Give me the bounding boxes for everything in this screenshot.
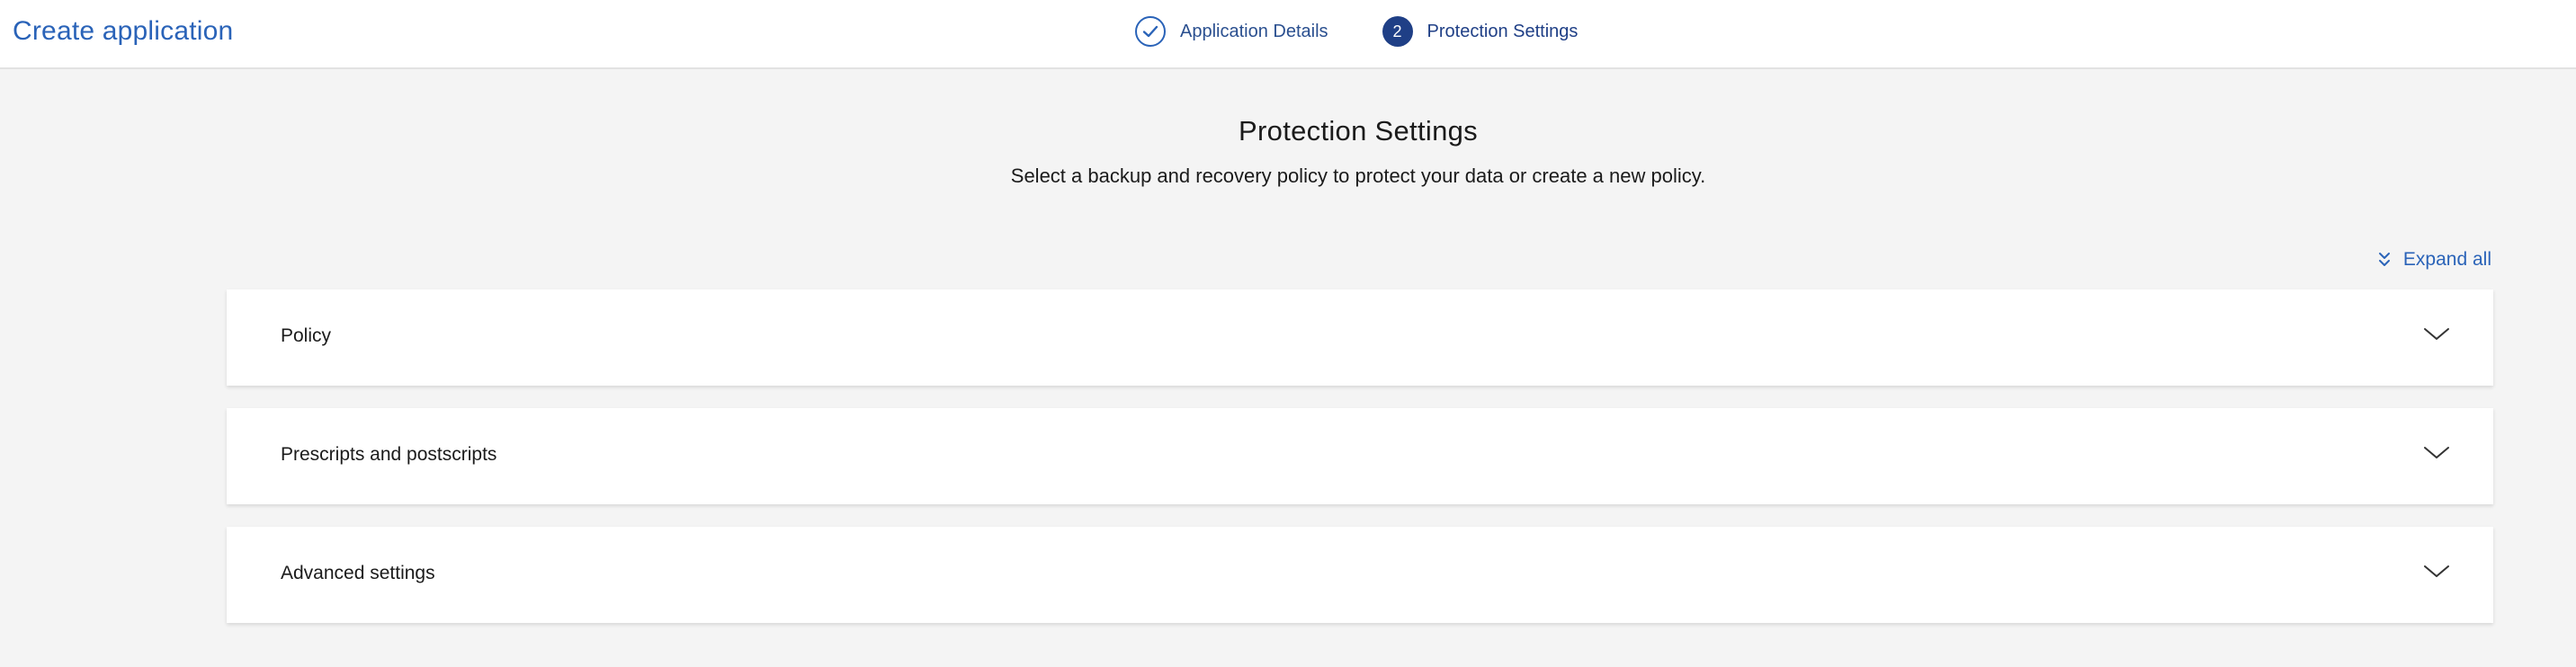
step-number-badge: 2 [1382, 16, 1413, 47]
step-label: Application Details [1180, 21, 1328, 41]
section-title: Protection Settings [1239, 115, 1478, 147]
accordion-advanced-settings[interactable]: Advanced settings [227, 527, 2493, 623]
wizard-stepper: Application Details 2 Protection Setting… [1135, 15, 1578, 48]
expand-all-button[interactable]: Expand all [2378, 249, 2491, 271]
chevron-down-icon [2424, 447, 2449, 458]
chevron-down-icon [2424, 328, 2449, 340]
page-title-create-application: Create application [13, 16, 234, 46]
double-chevron-down-icon [2378, 253, 2390, 266]
accordion-policy[interactable]: Policy [227, 289, 2493, 386]
accordion-label: Policy [281, 325, 332, 346]
expand-all-label: Expand all [2402, 249, 2491, 270]
step-application-details[interactable]: Application Details [1135, 16, 1328, 47]
step-label: Protection Settings [1427, 21, 1579, 41]
chevron-down-icon [2424, 565, 2449, 577]
top-bar: Create application Application Details 2… [0, 0, 2576, 69]
step-protection-settings[interactable]: 2 Protection Settings [1382, 16, 1579, 47]
accordion-label: Prescripts and postscripts [281, 444, 497, 465]
check-icon [1135, 16, 1166, 47]
accordion-label: Advanced settings [281, 563, 435, 583]
accordion-prescripts-postscripts[interactable]: Prescripts and postscripts [227, 408, 2493, 504]
section-subtitle: Select a backup and recovery policy to p… [1010, 165, 1706, 187]
settings-accordion: Policy Prescripts and postscripts Advanc… [227, 289, 2493, 645]
